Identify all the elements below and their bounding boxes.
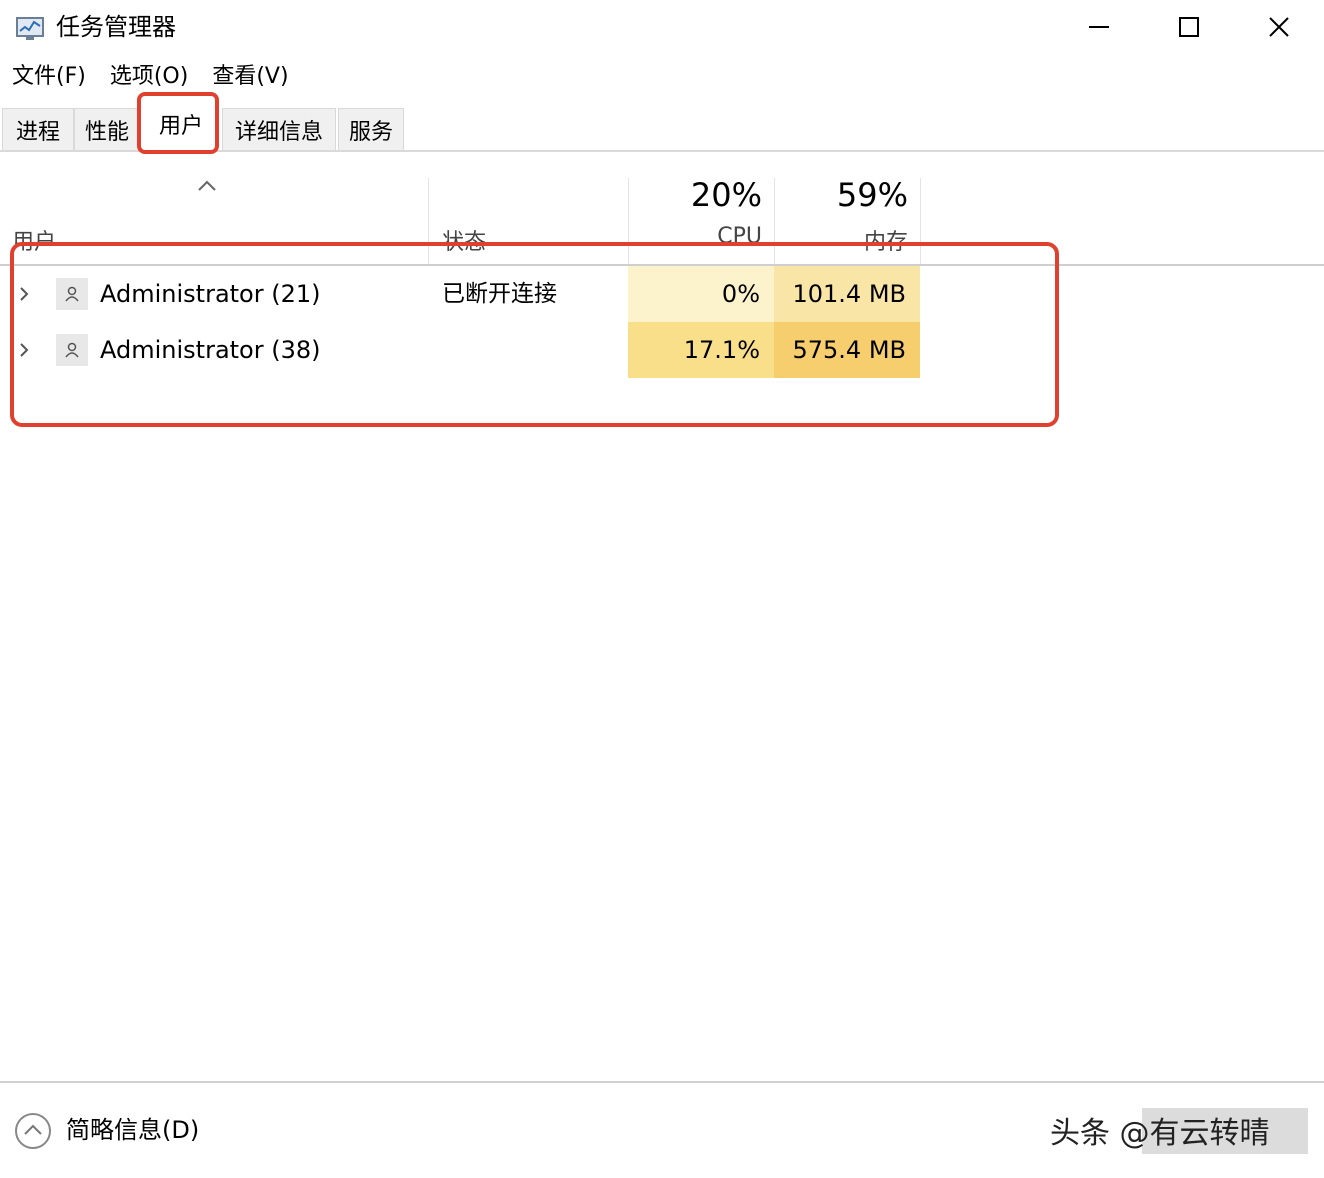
menu-view[interactable]: 查看(V) — [200, 59, 300, 95]
maximize-button[interactable] — [1144, 0, 1234, 54]
tab-details[interactable]: 详细信息 — [222, 108, 336, 150]
window-title: 任务管理器 — [56, 13, 176, 41]
fewer-details-link[interactable]: 简略信息(D) — [66, 1112, 199, 1148]
task-manager-icon — [14, 12, 46, 44]
minimize-icon — [1089, 26, 1109, 28]
column-header-cpu-total[interactable]: 20% — [628, 176, 762, 214]
footer-divider — [0, 1081, 1324, 1083]
title-bar[interactable]: 任务管理器 — [0, 0, 1324, 56]
tab-performance[interactable]: 性能 — [74, 108, 140, 150]
tab-processes[interactable]: 进程 — [2, 108, 74, 150]
minimize-button[interactable] — [1054, 0, 1144, 54]
maximize-icon — [1179, 17, 1199, 37]
sort-ascending-icon — [196, 174, 218, 198]
column-header-memory-total[interactable]: 59% — [774, 176, 908, 214]
tab-users-highlight — [137, 92, 219, 154]
watermark: 头条 @有云转晴 — [1050, 1116, 1270, 1151]
menu-file[interactable]: 文件(F) — [0, 59, 98, 95]
chevron-up-circle-icon[interactable] — [14, 1112, 52, 1150]
close-icon — [1269, 17, 1289, 37]
menu-bar: 文件(F) 选项(O) 查看(V) — [0, 58, 301, 96]
close-button[interactable] — [1234, 0, 1324, 54]
tab-services[interactable]: 服务 — [338, 108, 404, 150]
menu-options[interactable]: 选项(O) — [98, 59, 200, 95]
rows-highlight — [10, 242, 1059, 427]
